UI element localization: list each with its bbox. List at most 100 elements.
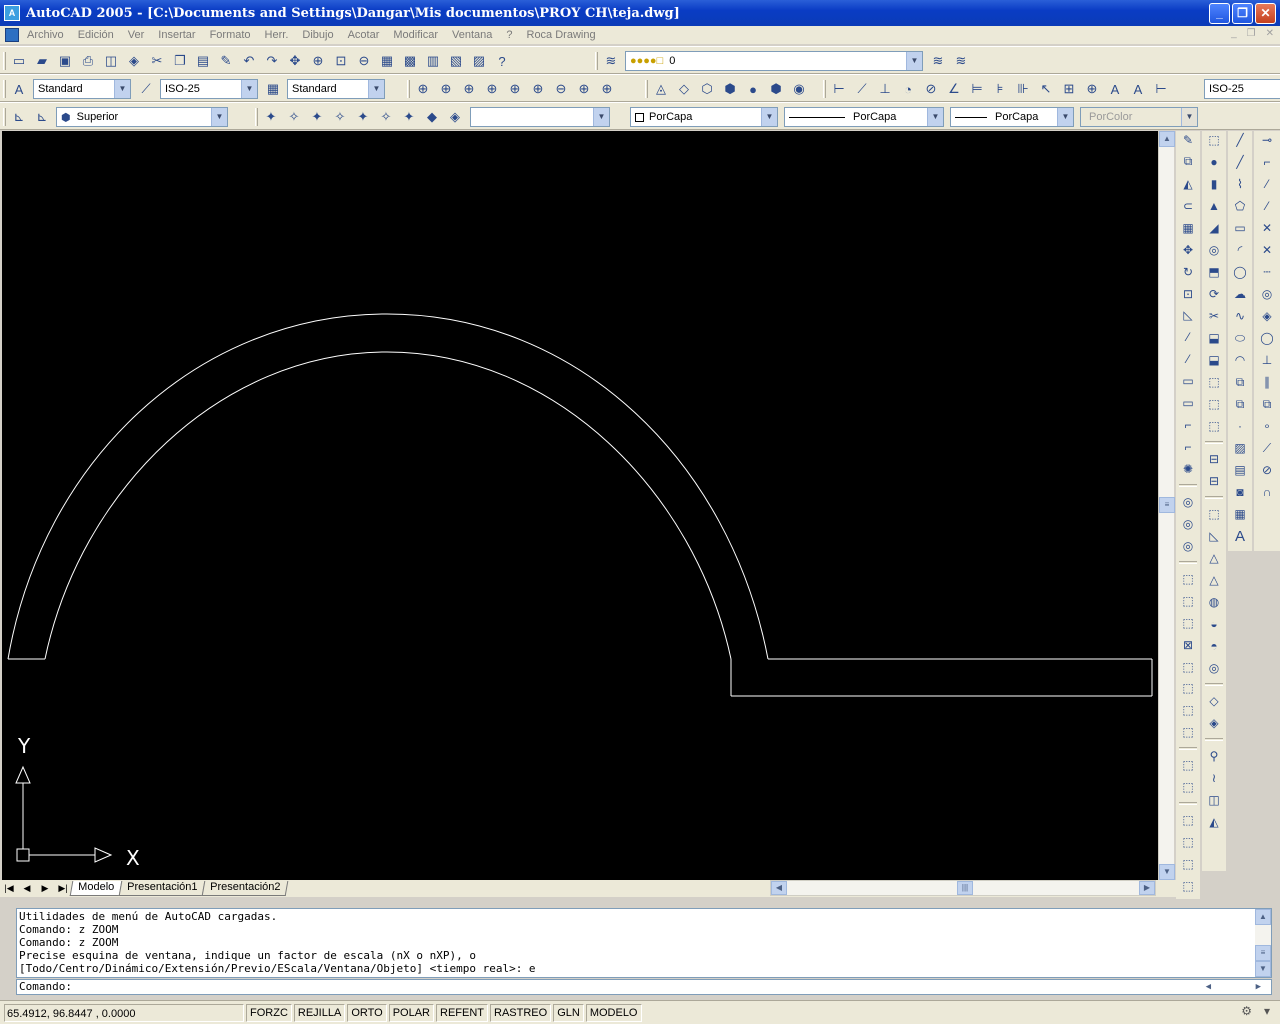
- snap-perpendicular-icon[interactable]: ⊥: [1258, 351, 1276, 369]
- ucs-icon[interactable]: ⊾: [10, 108, 28, 126]
- properties-icon[interactable]: ▦: [378, 52, 396, 70]
- ruled-surface-icon[interactable]: ◫: [1205, 791, 1223, 809]
- taper-faces-icon[interactable]: ⬚: [1179, 680, 1197, 698]
- horizontal-scrollbar[interactable]: ◀ ||| ▶: [770, 880, 1156, 896]
- rotate-icon[interactable]: ↻: [1179, 263, 1197, 281]
- torus-icon[interactable]: ◎: [1205, 241, 1223, 259]
- status-refent[interactable]: REFENT: [436, 1003, 488, 1022]
- document-icon[interactable]: [5, 28, 19, 42]
- offset-icon[interactable]: ⊂: [1179, 197, 1197, 215]
- interfere-icon[interactable]: ⬓: [1205, 351, 1223, 369]
- top-view-icon[interactable]: ✧: [285, 108, 303, 126]
- radius-dimension-icon[interactable]: ◔: [899, 80, 917, 98]
- union-icon[interactable]: ◎: [1179, 493, 1197, 511]
- revision-cloud-icon[interactable]: ☁: [1231, 285, 1249, 303]
- acad-icon[interactable]: A: [4, 5, 20, 21]
- angular-dimension-icon[interactable]: ∠: [945, 80, 963, 98]
- layer-previous-icon[interactable]: ≋: [952, 52, 970, 70]
- slice-icon[interactable]: ✂: [1205, 307, 1223, 325]
- surf-torus-icon[interactable]: ◎: [1205, 659, 1223, 677]
- mdi-minimize-button[interactable]: _: [1231, 28, 1237, 39]
- subtract-icon[interactable]: ◎: [1179, 515, 1197, 533]
- temp-track-icon[interactable]: ⊸: [1258, 131, 1276, 149]
- menu-formato[interactable]: Formato: [210, 29, 251, 41]
- menu-help[interactable]: ?: [506, 29, 512, 41]
- toolbar-grip[interactable]: [3, 80, 6, 98]
- baseline-dimension-icon[interactable]: ⊧: [991, 80, 1009, 98]
- zoom-in-icon[interactable]: ⊕: [529, 80, 547, 98]
- toolbar-grip[interactable]: [3, 108, 6, 126]
- help-icon[interactable]: ?: [493, 52, 511, 70]
- scroll-left-icon[interactable]: ◀: [771, 881, 787, 895]
- menu-dibujo[interactable]: Dibujo: [302, 29, 333, 41]
- new-file-icon[interactable]: ▭: [10, 52, 28, 70]
- snap-midpoint-icon[interactable]: ⁄: [1258, 197, 1276, 215]
- gouraud-shaded-icon[interactable]: ⬢: [767, 80, 785, 98]
- snap-from-icon[interactable]: ⌐: [1258, 153, 1276, 171]
- text-style-combo[interactable]: Standard ▼: [33, 79, 131, 99]
- copy-icon[interactable]: ❐: [171, 52, 189, 70]
- extrude-faces-icon[interactable]: ⬚: [1179, 570, 1197, 588]
- surf-cone-icon[interactable]: △: [1205, 571, 1223, 589]
- zoom-dynamic-icon[interactable]: ⊕: [437, 80, 455, 98]
- zoom-center-icon[interactable]: ⊕: [483, 80, 501, 98]
- surf-sphere-icon[interactable]: ◍: [1205, 593, 1223, 611]
- surf-dome-icon[interactable]: ◒: [1205, 615, 1223, 633]
- wireframe-2d-icon[interactable]: ◇: [675, 80, 693, 98]
- menu-ventana[interactable]: Ventana: [452, 29, 492, 41]
- tab-presentacion1[interactable]: Presentación1: [118, 881, 206, 896]
- setup-view-icon[interactable]: ⬚: [1205, 395, 1223, 413]
- zoom-previous-icon[interactable]: ⊖: [355, 52, 373, 70]
- scale-icon[interactable]: ⊡: [1179, 285, 1197, 303]
- table-icon[interactable]: ▦: [1231, 505, 1249, 523]
- surf-box-icon[interactable]: ⬚: [1205, 505, 1223, 523]
- diameter-dimension-icon[interactable]: ⊘: [922, 80, 940, 98]
- color-edges-icon[interactable]: ⬚: [1179, 778, 1197, 796]
- dim-style-icon[interactable]: ⟋: [137, 80, 155, 98]
- osnap-settings-icon[interactable]: ∩: [1258, 483, 1276, 501]
- dimension-text-edit-icon[interactable]: A: [1129, 80, 1147, 98]
- dim-style-combo-right[interactable]: ISO-25: [1204, 79, 1280, 99]
- line-icon[interactable]: ╱: [1231, 131, 1249, 149]
- chamfer-icon[interactable]: ⌐: [1179, 416, 1197, 434]
- bottom-view-icon[interactable]: ✦: [308, 108, 326, 126]
- gradient-icon[interactable]: ▤: [1231, 461, 1249, 479]
- sphere-icon[interactable]: ●: [1205, 153, 1223, 171]
- coordinate-readout[interactable]: 65.4912, 96.8447 , 0.0000: [4, 1003, 244, 1022]
- back-view-icon[interactable]: ✦: [400, 108, 418, 126]
- snap-endpoint-icon[interactable]: ⁄: [1258, 175, 1276, 193]
- ucs-bar-icon[interactable]: ⊟: [1205, 450, 1223, 468]
- chevron-down-icon[interactable]: ▼: [927, 108, 943, 126]
- 3d-face-icon[interactable]: ◇: [1205, 692, 1223, 710]
- color-combo[interactable]: PorCapa ▼: [630, 107, 778, 127]
- fillet-icon[interactable]: ⌐: [1179, 438, 1197, 456]
- status-rejilla[interactable]: REJILLA: [293, 1003, 346, 1022]
- chevron-down-icon[interactable]: ▼: [114, 80, 130, 98]
- zoom-window-icon[interactable]: ⊕: [414, 80, 432, 98]
- zoom-all-icon[interactable]: ⊕: [575, 80, 593, 98]
- status-orto[interactable]: ORTO: [347, 1003, 387, 1022]
- snap-nearest-icon[interactable]: ⟋: [1258, 439, 1276, 457]
- toolbar-grip[interactable]: [407, 80, 410, 98]
- color-faces-icon[interactable]: ⬚: [1179, 723, 1197, 741]
- edge-surface-icon[interactable]: ◭: [1205, 813, 1223, 831]
- mirror-icon[interactable]: ◭: [1179, 175, 1197, 193]
- center-mark-icon[interactable]: ⊕: [1083, 80, 1101, 98]
- surf-pyramid-icon[interactable]: △: [1205, 549, 1223, 567]
- snap-parallel-icon[interactable]: ∥: [1258, 373, 1276, 391]
- chevron-down-icon[interactable]: ▼: [241, 80, 257, 98]
- intersect-icon[interactable]: ◎: [1179, 537, 1197, 555]
- save-icon[interactable]: ▣: [56, 52, 74, 70]
- ellipse-icon[interactable]: ⬭: [1231, 329, 1249, 347]
- zoom-object-icon[interactable]: ⊕: [506, 80, 524, 98]
- mdi-close-button[interactable]: ✕: [1266, 28, 1274, 39]
- status-menu-icon[interactable]: ▾: [1264, 1004, 1270, 1018]
- status-modelo[interactable]: MODELO: [585, 1003, 642, 1022]
- redo-icon[interactable]: ↷: [263, 52, 281, 70]
- front-view-icon[interactable]: ✧: [377, 108, 395, 126]
- trim-icon[interactable]: ⁄: [1179, 328, 1197, 346]
- snap-none-icon[interactable]: ⊘: [1258, 461, 1276, 479]
- scroll-thumb[interactable]: ≡: [1255, 945, 1271, 961]
- delete-faces-icon[interactable]: ⊠: [1179, 636, 1197, 654]
- zoom-scale-icon[interactable]: ⊕: [460, 80, 478, 98]
